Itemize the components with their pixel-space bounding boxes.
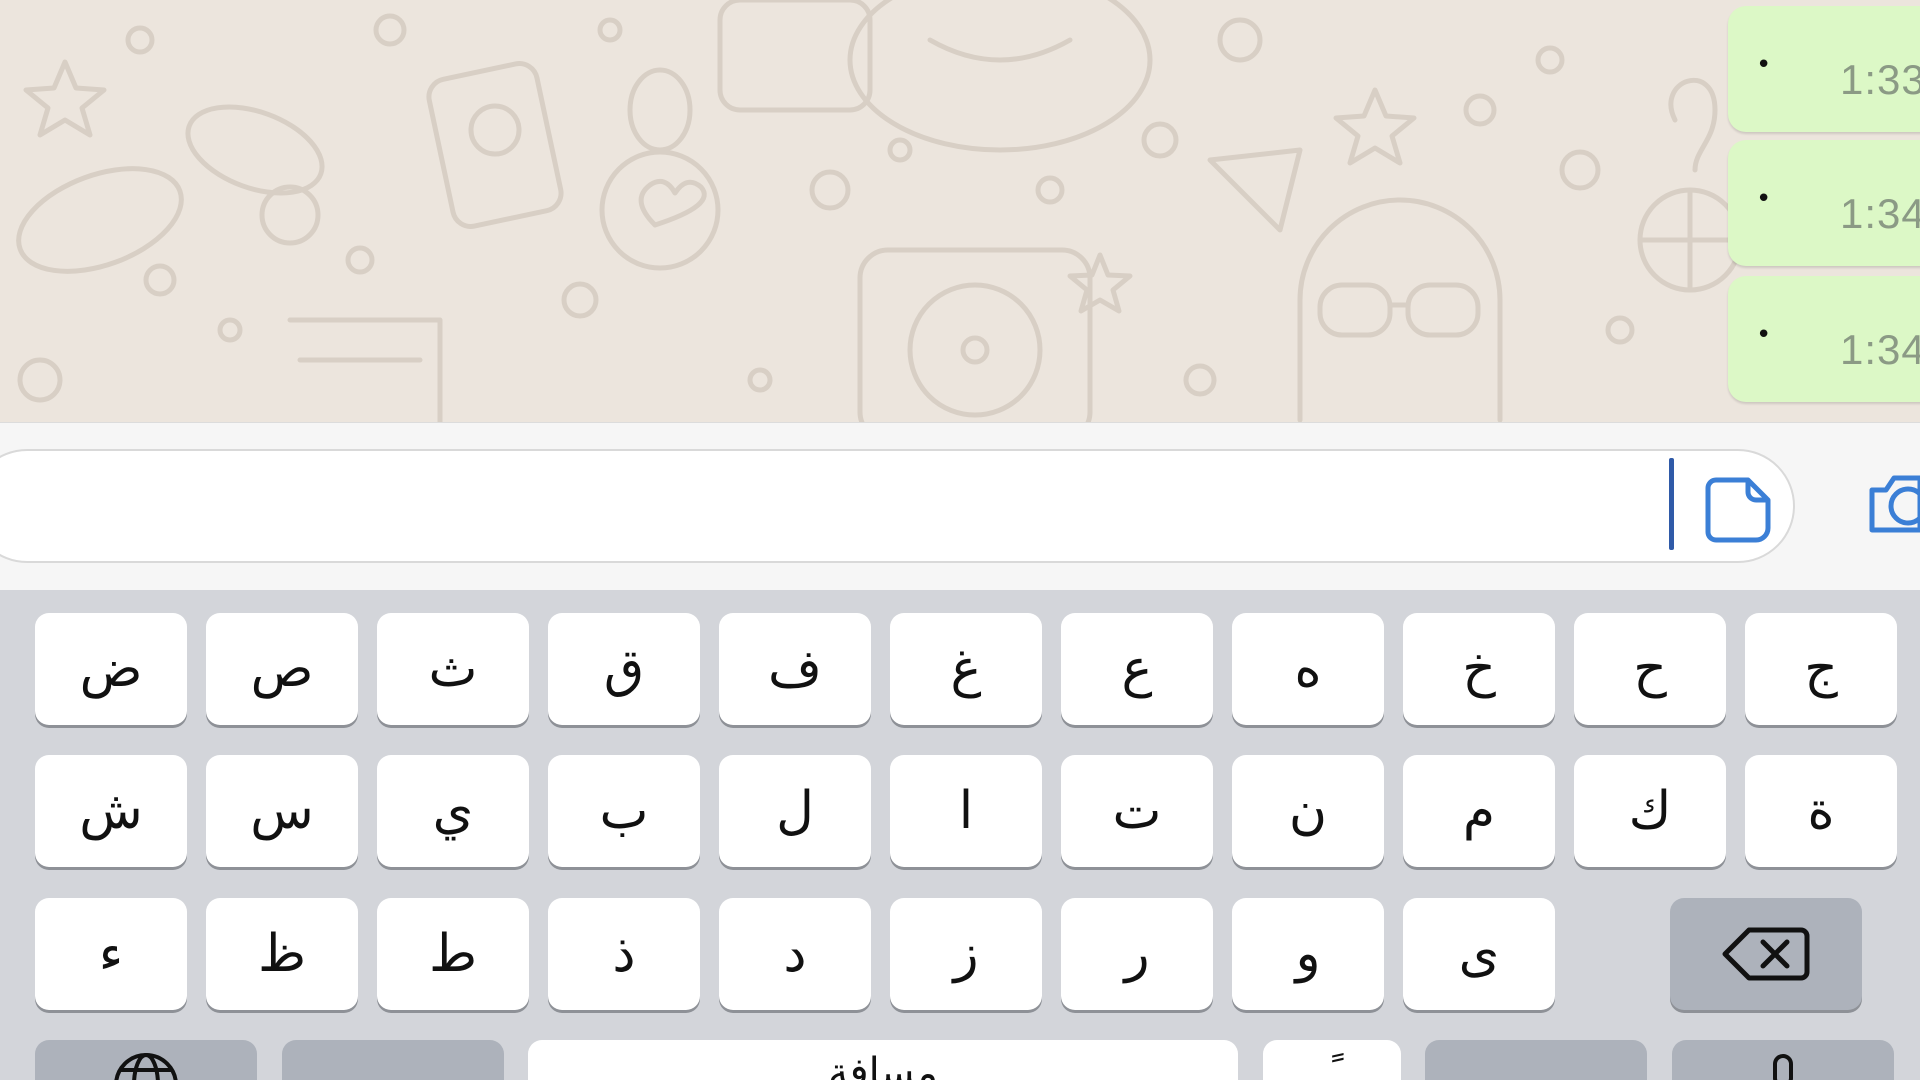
key[interactable]: ء [35,898,187,1010]
message-text: • [1756,50,1772,80]
camera-button[interactable] [1862,460,1920,550]
key[interactable]: د [719,898,871,1010]
outgoing-message[interactable]: • 1:34 [1728,276,1920,402]
globe-icon [114,1053,178,1080]
key[interactable]: ر [1061,898,1213,1010]
message-timestamp: 1:34 [1840,190,1920,237]
key[interactable]: ظ [206,898,358,1010]
key[interactable]: غ [890,613,1042,725]
chat-area[interactable]: • 1:33 • 1:34 • 1:34 [0,0,1920,422]
sticker-button[interactable] [1702,474,1774,546]
key[interactable]: ذ [548,898,700,1010]
key[interactable]: ت [1061,755,1213,867]
outgoing-message[interactable]: • 1:33 [1728,6,1920,132]
key[interactable]: ن [1232,755,1384,867]
punctuation-key-label: ـًـ [1320,1050,1344,1080]
space-key-label: مسافة [828,1050,938,1080]
message-text: • [1756,184,1772,214]
punctuation-key[interactable]: ـًـ [1263,1040,1401,1080]
return-key[interactable] [1425,1040,1647,1080]
key[interactable]: ي [377,755,529,867]
key[interactable]: ى [1403,898,1555,1010]
key[interactable]: خ [1403,613,1555,725]
key[interactable]: ك [1574,755,1726,867]
message-input[interactable] [0,449,1795,563]
message-timestamp: 1:33 [1840,56,1920,103]
key[interactable]: ب [548,755,700,867]
key[interactable]: ع [1061,613,1213,725]
key[interactable]: ث [377,613,529,725]
key[interactable]: ه [1232,613,1384,725]
globe-key[interactable] [35,1040,257,1080]
key[interactable]: ض [35,613,187,725]
backspace-icon [1722,927,1810,981]
dictation-key[interactable] [1672,1040,1894,1080]
chat-wallpaper [16,0,1743,422]
numbers-key[interactable] [282,1040,504,1080]
key[interactable]: س [206,755,358,867]
key[interactable]: ص [206,613,358,725]
key[interactable]: ج [1745,613,1897,725]
microphone-icon [1773,1054,1793,1080]
message-timestamp: 1:34 [1840,326,1920,373]
delete-key[interactable] [1670,898,1862,1010]
key[interactable]: و [1232,898,1384,1010]
key[interactable]: ف [719,613,871,725]
message-text: • [1756,320,1772,350]
arabic-keyboard: ج ح خ ه ع غ ف ق ث ص ض ة ك م ن ت ا ل ب ي … [0,590,1920,1080]
text-cursor [1669,458,1674,550]
key[interactable]: م [1403,755,1555,867]
key[interactable]: ش [35,755,187,867]
camera-icon [1869,475,1920,533]
key[interactable]: ل [719,755,871,867]
key[interactable]: ز [890,898,1042,1010]
outgoing-message[interactable]: • 1:34 [1728,140,1920,266]
key[interactable]: ق [548,613,700,725]
key[interactable]: ا [890,755,1042,867]
key[interactable]: ة [1745,755,1897,867]
key[interactable]: ط [377,898,529,1010]
screen: • 1:33 • 1:34 • 1:34 ج ح خ ه ع غ ف ق ث ص… [0,0,1920,1080]
key[interactable]: ح [1574,613,1726,725]
space-key[interactable]: مسافة [528,1040,1238,1080]
message-composer [0,422,1920,591]
sticker-icon [1705,477,1771,543]
